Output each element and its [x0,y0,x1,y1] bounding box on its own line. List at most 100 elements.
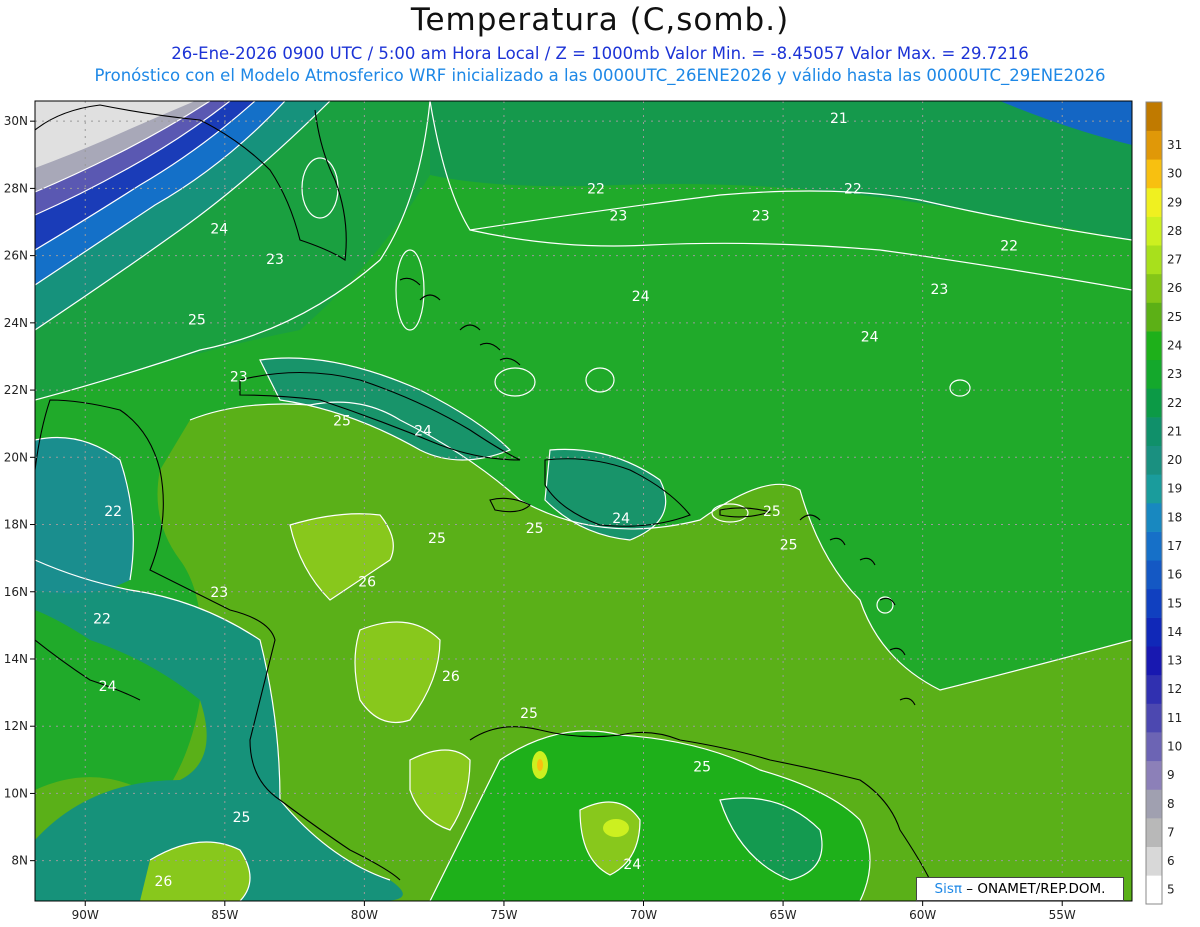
colorbar-swatch [1146,760,1162,790]
colorbar-swatch [1146,732,1162,762]
contour-label: 25 [428,531,446,547]
colorbar-label: 24 [1167,338,1182,352]
contour-label: 25 [233,810,251,826]
colorbar-label: 17 [1167,539,1182,553]
lat-label: 26N [4,249,28,263]
colorbar-label: 14 [1167,625,1182,639]
lon-label: 75W [490,908,517,922]
colorbar-label: 8 [1167,797,1175,811]
colorbar-swatch [1146,102,1162,131]
lat-label: 28N [4,181,28,195]
colorbar-label: 13 [1167,654,1182,668]
colorbar-swatch [1146,846,1162,876]
contour-label: 21 [830,111,848,127]
colorbar-swatch [1146,875,1162,905]
colorbar-swatch [1146,474,1162,504]
contour-label: 25 [780,538,798,554]
contour-label: 23 [609,208,627,224]
lat-label: 30N [4,114,28,128]
colorbar: 5 6 7 8 9 10 11 12 13 14 15 16 17 18 19 20 21 22 23 24 25 26 2… [1145,101,1182,905]
contour-label: 22 [844,181,862,197]
colorbar-label: 22 [1167,396,1182,410]
colorbar-swatch [1146,617,1162,647]
colorbar-swatch [1146,245,1162,275]
colorbar-label: 28 [1167,224,1182,238]
colorbar-swatch [1146,388,1162,418]
colorbar-swatch [1146,789,1162,819]
colorbar-label: 30 [1167,167,1182,181]
colorbar-swatch [1146,302,1162,332]
lat-label: 18N [4,518,28,532]
onamet-logo: Sisπ – ONAMET/REP.DOM. [916,877,1124,901]
contour-label: 25 [188,312,206,328]
colorbar-label: 25 [1167,310,1182,324]
colorbar-swatch [1146,331,1162,361]
colorbar-label: 12 [1167,682,1182,696]
contour-label: 25 [763,504,781,520]
lat-label: 8N [11,854,28,868]
contour-label: 24 [99,679,117,695]
colorbar-label: 31 [1167,138,1182,152]
colorbar-label: 11 [1167,711,1182,725]
lat-label: 24N [4,316,28,330]
contour-label: 26 [442,669,460,685]
contour-label: 25 [520,706,538,722]
contour-label: 24 [623,857,641,873]
colorbar-label: 27 [1167,253,1182,267]
contour-label: 23 [266,252,284,268]
colorbar-swatch [1146,531,1162,561]
colorbar-swatch [1146,417,1162,447]
field-warm-spot-1-core [537,759,543,771]
colorbar-swatch [1146,703,1162,733]
logo-brand: Sisπ [934,881,962,897]
colorbar-label: 20 [1167,453,1182,467]
colorbar-swatch [1146,646,1162,676]
colorbar-swatch [1146,130,1162,160]
lat-label: 16N [4,585,28,599]
colorbar-label: 29 [1167,195,1182,209]
lat-label: 12N [4,719,28,733]
lon-label: 70W [630,908,657,922]
contour-label: 22 [1000,239,1018,255]
contour-label: 24 [414,423,432,439]
lon-label: 90W [72,908,99,922]
logo-text: – ONAMET/REP.DOM. [962,881,1106,897]
temperature-field: 2122 222223 23232423242425232524222524 2525… [35,101,1132,901]
contour-label: 26 [154,874,172,890]
lat-label: 10N [4,786,28,800]
lon-label: 55W [1049,908,1076,922]
lon-label: 85W [211,908,238,922]
contour-label: 26 [358,575,376,591]
colorbar-label: 23 [1167,367,1182,381]
colorbar-label: 15 [1167,596,1182,610]
contour-label: 24 [632,289,650,305]
contour-label: 22 [104,504,122,520]
contour-label: 23 [210,585,228,601]
lat-label: 14N [4,652,28,666]
colorbar-label: 18 [1167,510,1182,524]
contour-label: 25 [526,521,544,537]
colorbar-swatch [1146,159,1162,189]
colorbar-label: 9 [1167,768,1175,782]
colorbar-label: 26 [1167,281,1182,295]
contour-label: 24 [612,511,630,527]
lon-label: 60W [909,908,936,922]
contour-label: 25 [333,413,351,429]
lat-label: 22N [4,383,28,397]
lon-label: 65W [770,908,797,922]
colorbar-swatch [1146,216,1162,246]
colorbar-label: 7 [1167,825,1175,839]
temperature-map: 2122 222223 23232423242425232524222524 2525… [4,100,1182,922]
colorbar-label: 21 [1167,424,1182,438]
colorbar-swatch [1146,445,1162,475]
colorbar-swatch [1146,674,1162,704]
contour-label: 23 [930,282,948,298]
contour-label: 23 [230,370,248,386]
colorbar-swatch [1146,560,1162,590]
colorbar-label: 6 [1167,854,1175,868]
colorbar-swatch [1146,359,1162,389]
colorbar-label: 16 [1167,568,1182,582]
colorbar-swatch [1146,273,1162,303]
contour-label: 22 [587,181,605,197]
colorbar-swatch [1146,818,1162,848]
